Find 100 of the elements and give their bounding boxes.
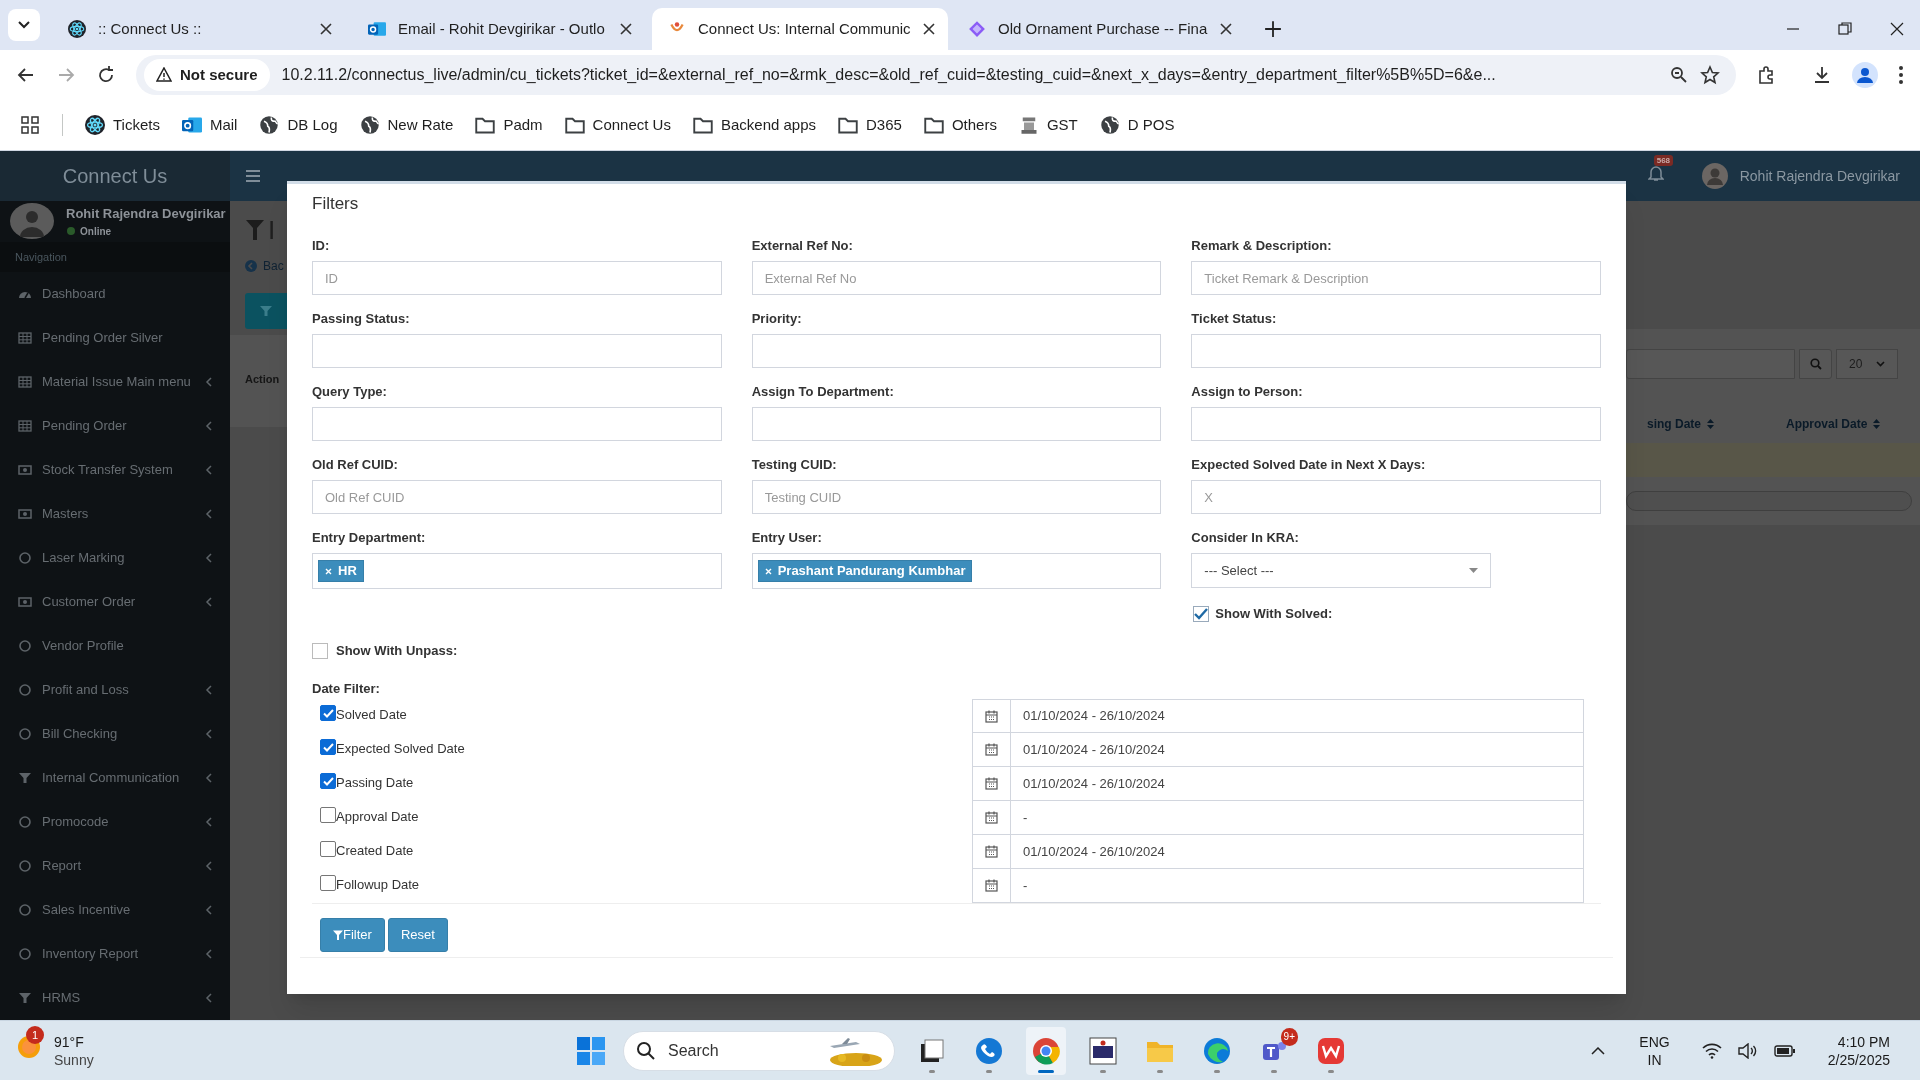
bookmark[interactable]: Padm (475, 113, 543, 137)
checkbox[interactable] (1193, 606, 1210, 622)
sidebar-item[interactable]: Masters (0, 492, 230, 536)
extensions-icon[interactable] (1756, 65, 1776, 85)
checkbox[interactable] (320, 875, 336, 891)
checkbox[interactable] (312, 643, 328, 659)
date-range-field[interactable]: 01/10/2024 - 26/10/2024 (972, 835, 1584, 869)
input-field[interactable] (312, 407, 722, 441)
sidebar-item[interactable]: Material Issue Main menu (0, 360, 230, 404)
date-range-field[interactable]: 01/10/2024 - 26/10/2024 (972, 733, 1584, 767)
bookmark[interactable]: DB Log (259, 113, 338, 137)
sidebar-item[interactable]: Sales Incentive (0, 888, 230, 932)
wifi-icon[interactable] (1701, 1042, 1722, 1059)
apps-icon[interactable] (20, 115, 40, 135)
chevron-icon[interactable] (1591, 1046, 1606, 1055)
close-icon[interactable] (620, 23, 632, 35)
browser-tab[interactable]: Connect Us: Internal Communic (652, 8, 948, 50)
search-field[interactable] (1626, 349, 1795, 379)
close-icon[interactable] (1220, 23, 1232, 35)
input-field[interactable] (1191, 334, 1601, 368)
sidebar-item[interactable]: Pending Order (0, 404, 230, 448)
user-name[interactable]: Rohit Rajendra Devgirikar (1739, 165, 1900, 187)
input-field[interactable]: Testing CUID (751, 480, 1162, 514)
remove-icon[interactable] (764, 567, 772, 575)
new-tab-icon[interactable] (1264, 20, 1282, 38)
sidebar-item[interactable]: Laser Marking (0, 536, 230, 580)
sidebar-item[interactable]: Bill Checking (0, 712, 230, 756)
input-field[interactable] (312, 334, 722, 368)
input-field[interactable]: ID (312, 261, 722, 295)
reset-button[interactable]: Reset (387, 918, 448, 952)
phone-icon (974, 1035, 1004, 1066)
sidebar-item[interactable]: HRMS (0, 976, 230, 1020)
zoom-icon[interactable] (1670, 66, 1688, 84)
bell-icon[interactable] (1647, 163, 1664, 182)
menu-icon[interactable] (1898, 65, 1904, 85)
bookmark[interactable]: Others (923, 113, 997, 137)
search-button[interactable] (1799, 349, 1832, 379)
start-icon[interactable] (576, 1035, 606, 1066)
input-field[interactable] (751, 407, 1162, 441)
bookmark[interactable]: Connect Us (564, 113, 671, 137)
sidebar-item[interactable]: Promocode (0, 800, 230, 844)
checkbox[interactable] (320, 705, 336, 721)
sidebar-item[interactable]: Profit and Loss (0, 668, 230, 712)
close-icon[interactable] (1890, 22, 1904, 36)
tag[interactable]: HR (318, 560, 364, 582)
input-field[interactable] (1191, 407, 1601, 441)
sidebar-item[interactable]: Pending Order Silver (0, 316, 230, 360)
column-header: Action (245, 372, 281, 387)
bookmark[interactable]: Mail (181, 113, 238, 137)
sidebar-item[interactable]: Stock Transfer System (0, 448, 230, 492)
reload-icon[interactable] (96, 65, 116, 85)
checkbox[interactable] (320, 739, 336, 755)
sidebar-item[interactable]: Internal Communication (0, 756, 230, 800)
checkbox[interactable] (320, 841, 336, 857)
table-icon (18, 375, 32, 389)
search-field[interactable]: Search (623, 1030, 895, 1071)
language-indicator[interactable]: ENG IN (1639, 1032, 1670, 1069)
input-field[interactable]: Ticket Remark & Description (1191, 261, 1601, 295)
chevron-icon (1876, 361, 1885, 367)
profile-icon[interactable] (1852, 62, 1878, 88)
clock[interactable]: 4:10 PM 2/25/2025 (1827, 1032, 1890, 1069)
tag-field[interactable]: HR (312, 553, 722, 589)
sidebar-item[interactable]: Dashboard (0, 272, 230, 316)
field-label: ID: (312, 237, 331, 255)
bookmark[interactable]: GST (1018, 113, 1078, 137)
input-field[interactable] (751, 334, 1162, 368)
bookmark[interactable]: D POS (1099, 113, 1175, 137)
address-bar[interactable]: Not secure 10.2.11.2/connectus_live/admin/cu_tickets?ticket_id=&external_ref_no=&rmk_desc=&old_ref_cuid=&testing_cuid=&next_x_days=&entry_department_filter%5B%5D=6&e... (136, 55, 1736, 95)
money-icon (18, 463, 32, 477)
sidebar-item[interactable]: Customer Order (0, 580, 230, 624)
date-range-field[interactable]: 01/10/2024 - 26/10/2024 (972, 699, 1584, 733)
star-icon[interactable] (1700, 65, 1720, 85)
input-field[interactable]: External Ref No (751, 261, 1162, 295)
tag[interactable]: Prashant Pandurang Kumbhar (757, 560, 973, 582)
restore-icon[interactable] (1838, 22, 1852, 36)
speaker-icon[interactable] (1737, 1042, 1758, 1059)
date-range-field[interactable]: - (972, 801, 1584, 835)
sidebar-item[interactable]: Vendor Profile (0, 624, 230, 668)
date-range-field[interactable]: 01/10/2024 - 26/10/2024 (972, 767, 1584, 801)
select-field[interactable]: --- Select --- (1191, 553, 1492, 588)
download-icon[interactable] (1812, 65, 1832, 85)
security-chip[interactable]: Not secure (144, 59, 270, 91)
bookmark[interactable]: D365 (838, 113, 902, 137)
close-icon[interactable] (320, 23, 332, 35)
bookmark[interactable]: Backend apps (692, 113, 816, 137)
tab-search-icon[interactable] (8, 9, 40, 41)
battery-icon[interactable] (1773, 1044, 1796, 1057)
bookmark[interactable]: New Rate (359, 113, 454, 137)
input-field[interactable]: Old Ref CUID (312, 480, 722, 514)
input-field[interactable]: X (1191, 480, 1601, 514)
remove-icon[interactable] (325, 567, 332, 575)
filter-button[interactable]: Filter (320, 918, 385, 952)
close-icon[interactable] (922, 23, 935, 35)
sidebar-item[interactable]: Report (0, 844, 230, 888)
scroll-bar[interactable] (1626, 491, 1912, 511)
tag-field[interactable]: Prashant Pandurang Kumbhar (751, 553, 1162, 589)
bookmark[interactable]: Tickets (85, 113, 160, 137)
sidebar-item[interactable]: Inventory Report (0, 932, 230, 976)
checkbox[interactable] (320, 773, 336, 789)
checkbox[interactable] (320, 807, 336, 823)
